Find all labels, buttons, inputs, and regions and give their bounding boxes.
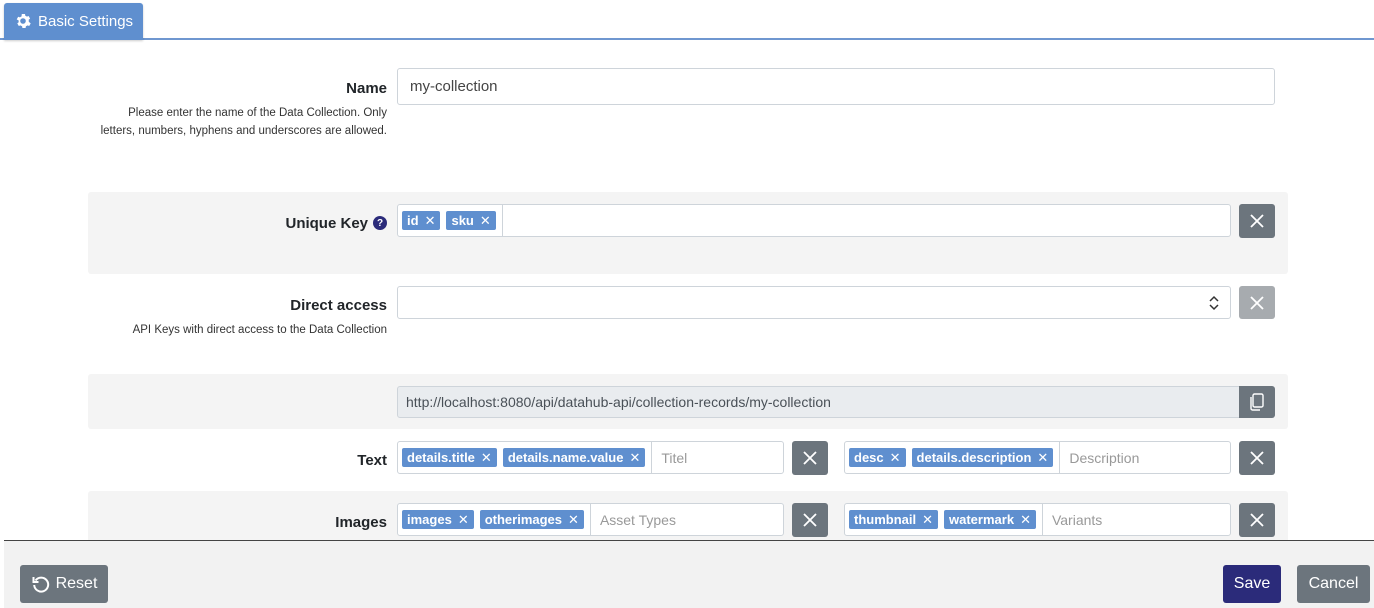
divider	[501, 205, 503, 236]
endpoint-url-field[interactable]: http://localhost:8080/api/datahub-api/co…	[397, 386, 1240, 418]
text-description-placeholder: Description	[1069, 449, 1140, 466]
remove-tag-icon[interactable]: ✕	[480, 213, 491, 229]
text-fields-tag-input[interactable]: details.title ✕ details.name.value ✕ Titel	[397, 441, 784, 474]
remove-tag-icon[interactable]: ✕	[568, 512, 579, 528]
variants-placeholder: Variants	[1051, 511, 1103, 528]
tag: otherimages ✕	[479, 510, 584, 529]
close-icon	[1250, 513, 1264, 527]
copy-icon	[1250, 393, 1264, 411]
name-label: Name	[346, 79, 387, 97]
clear-text-description-button[interactable]	[1239, 441, 1275, 475]
text-label: Text	[357, 451, 387, 469]
save-button[interactable]: Save	[1223, 565, 1281, 603]
asset-types-placeholder: Asset Types	[599, 511, 676, 528]
text-fields-placeholder: Titel	[661, 449, 688, 466]
direct-access-select[interactable]	[397, 286, 1231, 319]
variants-tag-input[interactable]: thumbnail ✕ watermark ✕ Variants	[844, 503, 1231, 536]
copy-url-button[interactable]	[1239, 386, 1275, 418]
tab-bar: Basic Settings	[0, 0, 1374, 40]
remove-tag-icon[interactable]: ✕	[1037, 450, 1048, 466]
reset-button[interactable]: Reset	[20, 565, 108, 603]
tag: id ✕	[402, 211, 441, 230]
remove-tag-icon[interactable]: ✕	[922, 512, 933, 528]
remove-tag-icon[interactable]: ✕	[890, 450, 901, 466]
close-icon	[803, 451, 817, 465]
close-icon	[803, 513, 817, 527]
unique-key-label: Unique Key ?	[285, 213, 387, 233]
tag: thumbnail ✕	[849, 510, 939, 529]
remove-tag-icon[interactable]: ✕	[425, 213, 436, 229]
clear-variants-button[interactable]	[1239, 503, 1275, 537]
close-icon	[1250, 295, 1264, 310]
unique-key-tag-input[interactable]: id ✕ sku ✕	[397, 204, 1231, 237]
asset-types-tag-input[interactable]: images ✕ otherimages ✕ Asset Types	[397, 503, 784, 536]
close-icon	[1250, 451, 1264, 465]
clear-direct-access-button[interactable]	[1239, 286, 1275, 319]
remove-tag-icon[interactable]: ✕	[629, 450, 640, 466]
name-input[interactable]: my-collection	[397, 68, 1275, 105]
tag: images ✕	[402, 510, 474, 529]
tab-label: Basic Settings	[38, 13, 134, 30]
tag: watermark ✕	[944, 510, 1036, 529]
tag: details.name.value ✕	[502, 448, 646, 467]
tag: desc ✕	[849, 448, 906, 467]
direct-access-help-text: API Keys with direct access to the Data …	[132, 324, 387, 336]
text-description-tag-input[interactable]: desc ✕ details.description ✕ Description	[844, 441, 1231, 474]
remove-tag-icon[interactable]: ✕	[1020, 512, 1031, 528]
gear-icon	[15, 13, 33, 31]
tag: details.description ✕	[911, 448, 1054, 467]
tag: sku ✕	[446, 211, 496, 230]
remove-tag-icon[interactable]: ✕	[481, 450, 492, 466]
cancel-button[interactable]: Cancel	[1297, 565, 1370, 603]
name-help-text: Please enter the name of the Data Collec…	[100, 107, 387, 137]
footer-bar: Reset Save Cancel	[4, 540, 1374, 608]
help-icon[interactable]: ?	[373, 216, 387, 230]
direct-access-label: Direct access	[290, 296, 387, 314]
clear-asset-types-button[interactable]	[792, 503, 828, 537]
chevron-up-down-icon	[1208, 295, 1220, 315]
remove-tag-icon[interactable]: ✕	[458, 512, 469, 528]
tab-basic-settings[interactable]: Basic Settings	[4, 3, 143, 40]
clear-unique-key-button[interactable]	[1239, 204, 1275, 238]
reset-icon	[32, 576, 49, 593]
reset-label: Reset	[55, 575, 98, 592]
images-label: Images	[335, 513, 387, 531]
tag: details.title ✕	[402, 448, 497, 467]
clear-text-fields-button[interactable]	[792, 441, 828, 475]
close-icon	[1250, 214, 1264, 228]
